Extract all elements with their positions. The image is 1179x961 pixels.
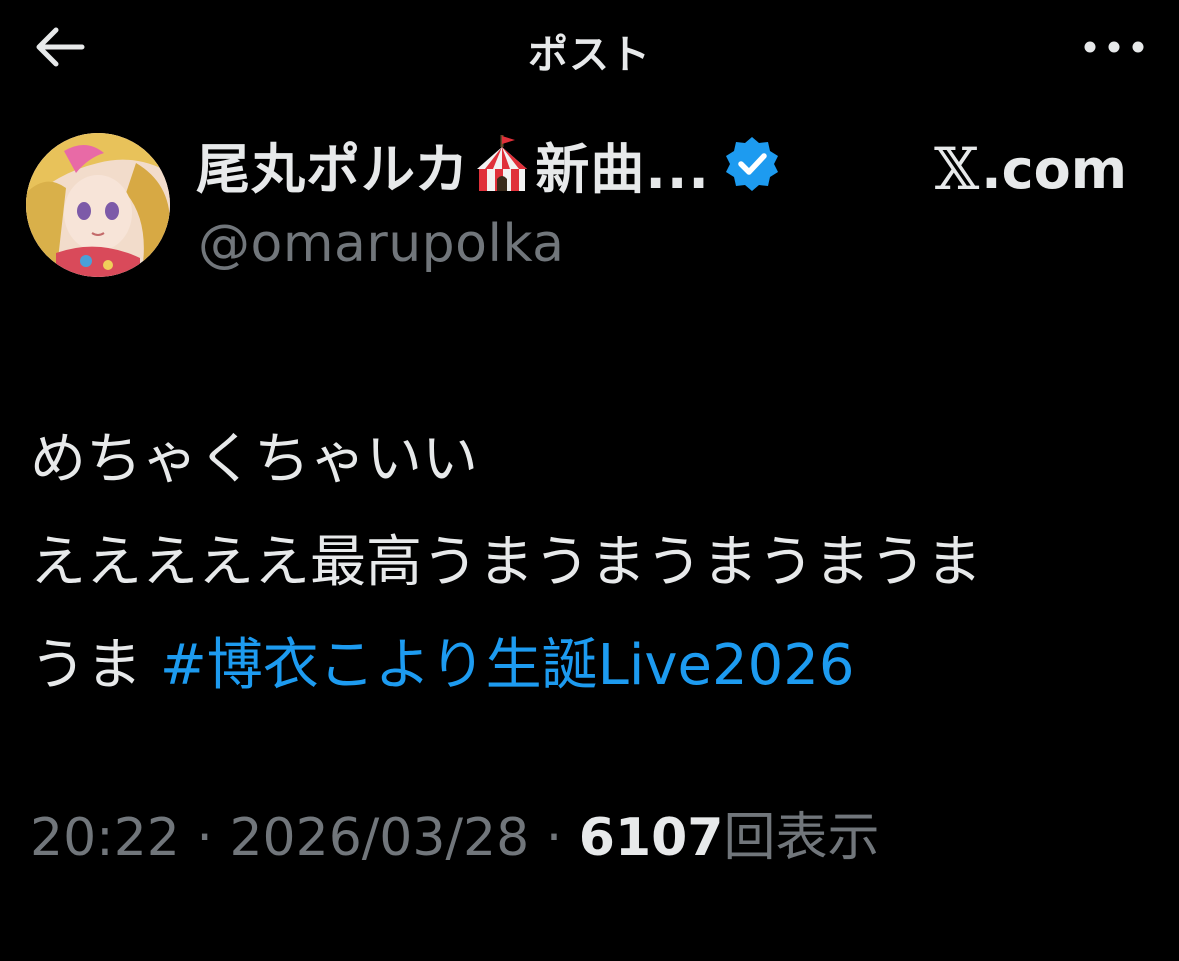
top-bar: ポスト: [0, 0, 1179, 96]
post-line-3-text: うま: [30, 633, 160, 698]
page-title: ポスト: [528, 32, 651, 78]
post-line-1: めちゃくちゃいい: [30, 427, 478, 492]
display-name-row[interactable]: 尾丸ポルカ 新曲...: [196, 128, 782, 201]
x-logo-icon: 𝕏: [934, 135, 980, 203]
verified-badge-icon: [725, 137, 778, 191]
post-line-2: えええええ最高うまうまうまうまうま: [30, 530, 982, 595]
ellipsis-icon: [1084, 41, 1144, 53]
views-count: 6107: [578, 808, 724, 868]
post-detail-page: ポスト 尾丸ポルカ 新曲... @omarupolka 𝕏 .com めちゃくち…: [0, 0, 1179, 961]
views-label: 回表示: [723, 808, 880, 868]
domain-text: .com: [981, 137, 1127, 201]
hashtag-link[interactable]: #博衣こより生誕Live2026: [160, 633, 855, 698]
username[interactable]: @omarupolka: [198, 214, 565, 274]
post-meta: 20:22 · 2026/03/28 · 6107回表示: [30, 795, 880, 870]
post-line-3: うま #博衣こより生誕Live2026: [30, 614, 1160, 717]
circus-tent-icon: [477, 135, 528, 191]
avatar-image: [26, 133, 170, 277]
post-text: めちゃくちゃいい えええええ最高うまうまうまうまうま うま #博衣こより生誕Li…: [30, 408, 1160, 717]
source-domain: 𝕏 .com: [934, 135, 1127, 203]
display-name-suffix: 新曲...: [535, 137, 710, 201]
display-name: 尾丸ポルカ: [196, 137, 470, 201]
post-time[interactable]: 20:22: [30, 808, 180, 868]
avatar[interactable]: [26, 133, 170, 277]
meta-separator: ·: [529, 808, 579, 868]
post-date[interactable]: 2026/03/28: [229, 808, 529, 868]
meta-separator: ·: [179, 808, 230, 868]
more-options-button[interactable]: [1079, 22, 1149, 72]
